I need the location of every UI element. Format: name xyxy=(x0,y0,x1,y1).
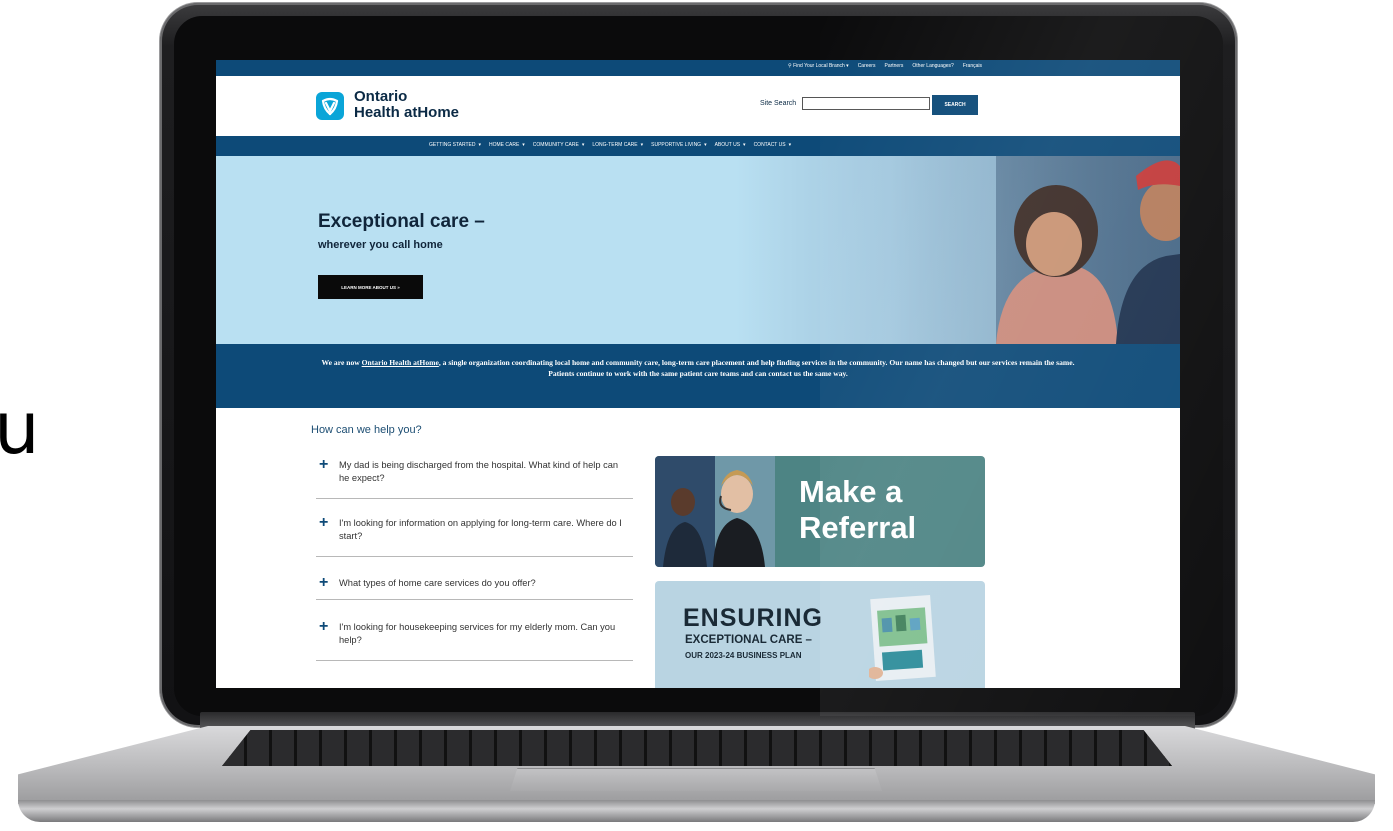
chevron-down-icon: ▾ xyxy=(478,142,481,148)
plus-icon: + xyxy=(319,574,329,591)
nav-home-care[interactable]: HOME CARE ▾ xyxy=(489,142,525,148)
chevron-down-icon: ▾ xyxy=(743,142,746,148)
chevron-down-icon: ▾ xyxy=(522,142,525,148)
hero-photo-caregivers xyxy=(736,156,1180,344)
laptop-base xyxy=(18,800,1375,822)
ontario-health-athome-link[interactable]: Ontario Health atHome xyxy=(362,358,439,367)
website-screen: ⚲ Find Your Local Branch ▾ Careers Partn… xyxy=(216,60,1180,688)
utility-link-partners[interactable]: Partners xyxy=(884,63,903,69)
make-a-referral-card[interactable]: Make a Referral xyxy=(655,456,985,567)
learn-more-button[interactable]: LEARN MORE ABOUT US » xyxy=(318,275,423,299)
chevron-down-icon: ▾ xyxy=(581,142,585,148)
nav-contact-us[interactable]: CONTACT US ▾ xyxy=(754,142,792,148)
logo-wordmark[interactable]: Ontario Health atHome xyxy=(354,89,459,121)
faq-item[interactable]: + I'm looking for information on applyin… xyxy=(316,514,633,557)
site-header: Ontario Health atHome Site Search SEARCH xyxy=(216,76,1180,136)
plus-icon: + xyxy=(319,514,329,531)
chevron-down-icon: ▾ xyxy=(788,142,792,148)
hero-subtitle: wherever you call home xyxy=(318,239,443,251)
referral-photo-staff xyxy=(655,456,775,567)
plan-heading: ENSURING xyxy=(683,604,823,632)
nav-supportive-living[interactable]: SUPPORTIVE LIVING ▾ xyxy=(651,142,706,148)
trillium-logo-icon[interactable] xyxy=(316,92,344,120)
nav-community-care[interactable]: COMMUNITY CARE ▾ xyxy=(533,142,585,148)
nav-about-us[interactable]: ABOUT US ▾ xyxy=(715,142,746,148)
business-plan-card[interactable]: ENSURING EXCEPTIONAL CARE – OUR 2023-24 … xyxy=(655,581,985,688)
nav-getting-started[interactable]: GETTING STARTED ▾ xyxy=(429,142,481,148)
utility-link-francais[interactable]: Français xyxy=(963,63,982,69)
site-search-input[interactable] xyxy=(802,97,930,110)
plus-icon: + xyxy=(319,456,329,473)
plus-icon: + xyxy=(319,618,329,635)
hero-title: Exceptional care – xyxy=(318,211,485,232)
utility-link-careers[interactable]: Careers xyxy=(858,63,876,69)
utility-bar: ⚲ Find Your Local Branch ▾ Careers Partn… xyxy=(216,60,1180,76)
laptop-trackpad xyxy=(510,768,882,791)
plan-caption: OUR 2023-24 BUSINESS PLAN xyxy=(685,651,802,660)
chevron-down-icon: ▾ xyxy=(704,142,707,148)
faq-item[interactable]: + My dad is being discharged from the ho… xyxy=(316,456,633,499)
chevron-down-icon: ▾ xyxy=(640,142,644,148)
search-button[interactable]: SEARCH xyxy=(932,95,978,115)
notice-text: We are now Ontario Health atHome, a sing… xyxy=(321,358,1075,378)
name-change-notice: We are now Ontario Health atHome, a sing… xyxy=(216,344,1180,408)
main-navigation: GETTING STARTED ▾ HOME CARE ▾ COMMUNITY CA… xyxy=(216,136,1180,156)
site-search-label: Site Search xyxy=(760,100,797,107)
utility-links: ⚲ Find Your Local Branch ▾ Careers Partn… xyxy=(788,63,982,69)
faq-item[interactable]: + What types of home care services do yo… xyxy=(316,574,633,600)
hero-banner: Exceptional care – wherever you call hom… xyxy=(216,156,1180,344)
laptop-keyboard xyxy=(222,730,1172,766)
help-section-title: How can we help you? xyxy=(311,424,422,436)
business-plan-booklet-image xyxy=(869,595,936,681)
utility-link-other-languages[interactable]: Other Languages? xyxy=(912,63,953,69)
plan-subheading: EXCEPTIONAL CARE – xyxy=(685,634,812,646)
referral-heading: Make a Referral xyxy=(799,474,917,545)
faq-item[interactable]: + I'm looking for housekeeping services … xyxy=(316,618,633,661)
edge-letter-fragment: u xyxy=(0,386,40,470)
utility-link-find-branch[interactable]: ⚲ Find Your Local Branch ▾ xyxy=(788,63,849,69)
nav-long-term-care[interactable]: LONG-TERM CARE ▾ xyxy=(592,142,643,148)
